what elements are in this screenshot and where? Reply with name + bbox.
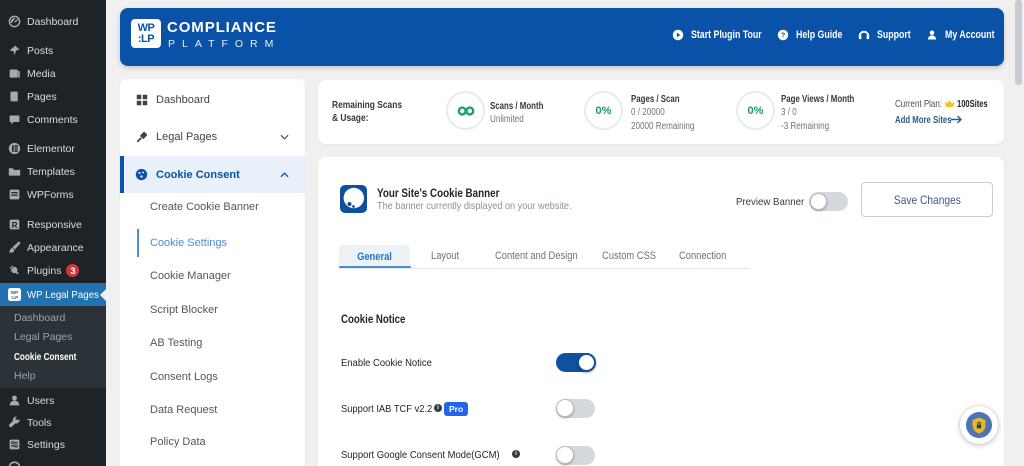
svg-text:R: R bbox=[12, 221, 18, 230]
svg-text:?: ? bbox=[781, 32, 785, 40]
